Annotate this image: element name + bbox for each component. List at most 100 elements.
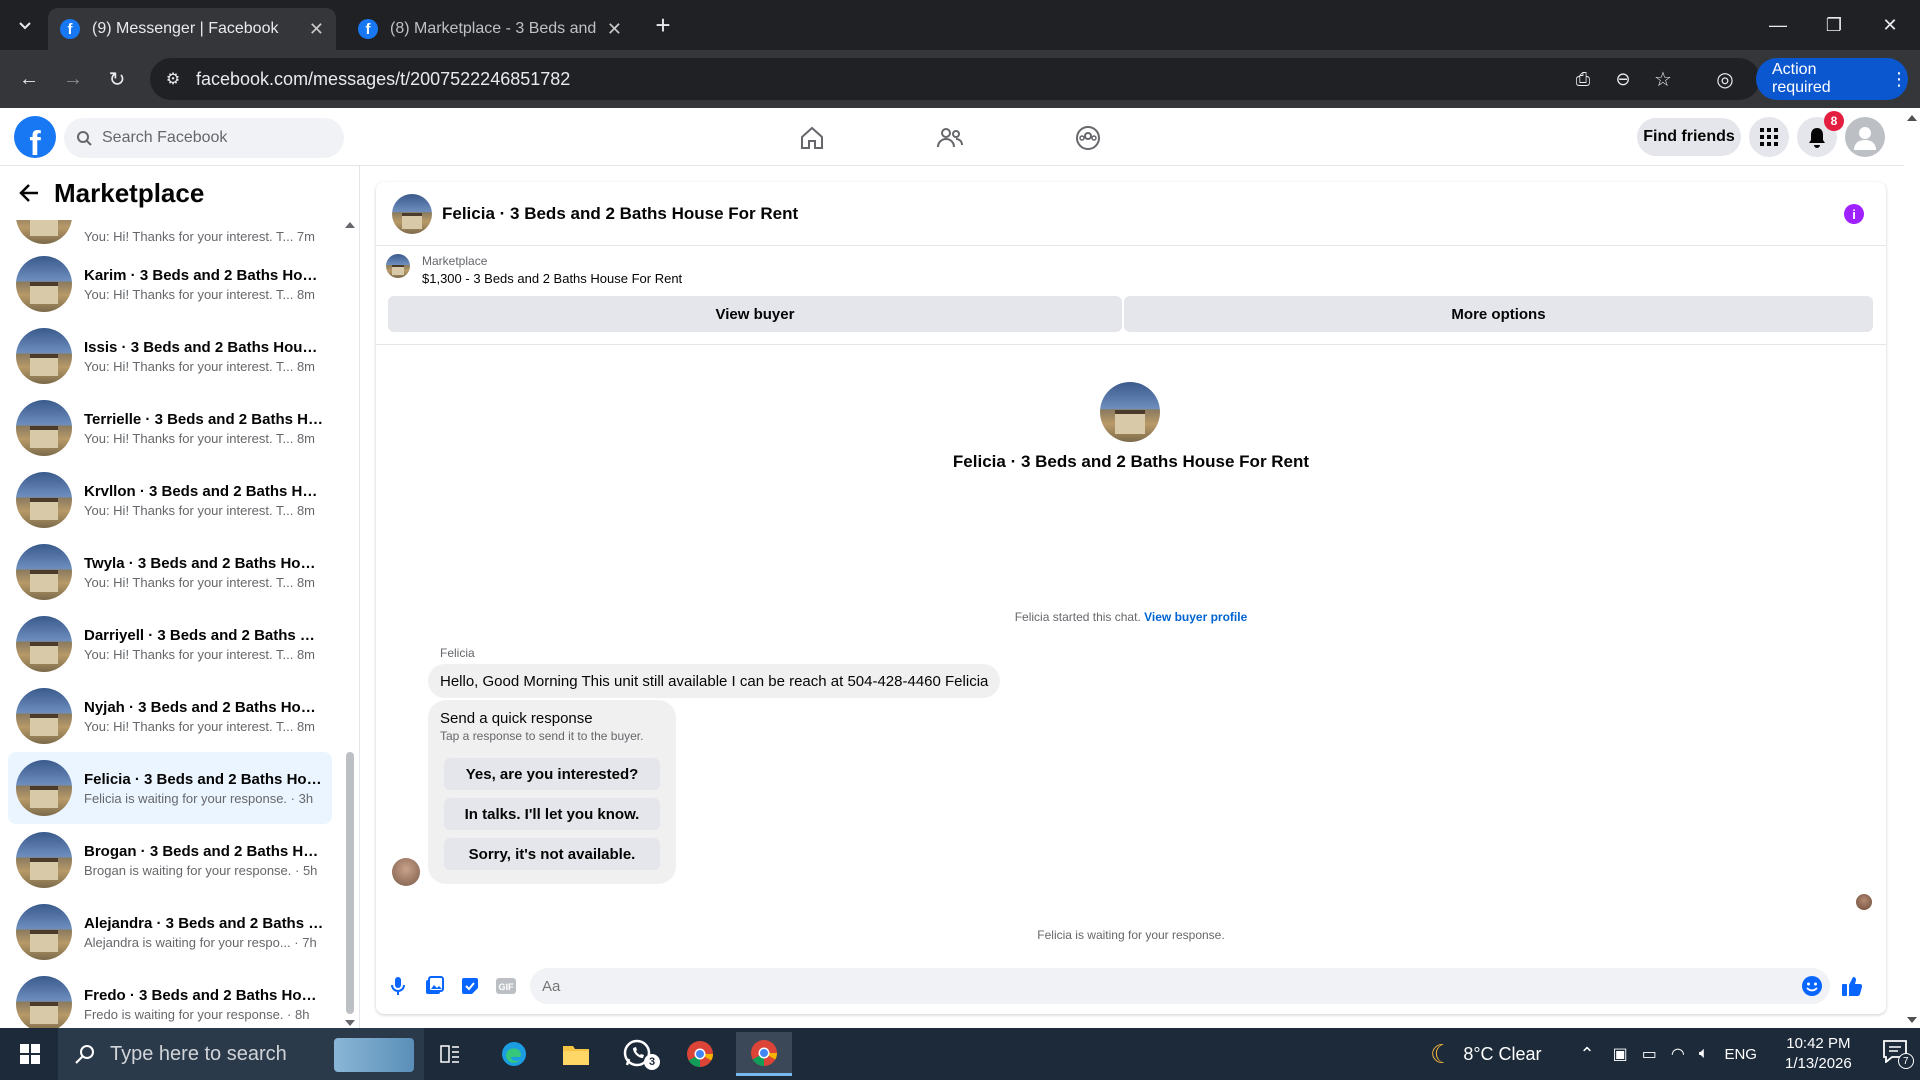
listing-avatar (16, 544, 72, 600)
thumbs-up-icon[interactable] (1840, 974, 1864, 998)
gif-icon[interactable]: GIF (494, 974, 518, 998)
quick-response-sorry-button[interactable]: Sorry, it's not available. (444, 838, 660, 870)
menu-grid-icon[interactable] (1749, 117, 1789, 157)
profile-icon[interactable]: ◎ (1710, 64, 1740, 94)
language-indicator[interactable]: ENG (1724, 1046, 1757, 1063)
conversation-item[interactable]: Fredo · 3 Beds and 2 Baths House For Ren… (8, 968, 332, 1028)
view-buyer-profile-link[interactable]: View buyer profile (1144, 610, 1247, 624)
conversation-item[interactable]: Krvllon · 3 Beds and 2 Baths House For R… (8, 464, 332, 536)
snippet-text: You: Hi! Thanks for your interest. T... (84, 646, 294, 662)
search-highlight-icon (334, 1038, 414, 1072)
sidebar-scroll-thumb[interactable] (346, 752, 354, 1014)
snippet-text: Fredo is waiting for your response. · (84, 1006, 292, 1022)
chat-avatar[interactable] (392, 193, 432, 234)
snippet-text: You: Hi! Thanks for your interest. T... (84, 430, 294, 446)
minimize-icon[interactable]: — (1750, 0, 1806, 50)
find-friends-button[interactable]: Find friends (1637, 118, 1741, 156)
message-input[interactable] (530, 968, 1830, 1004)
listing-summary[interactable]: Marketplace $1,300 - 3 Beds and 2 Baths … (386, 254, 682, 286)
message-bubble[interactable]: Hello, Good Morning This unit still avai… (428, 664, 1001, 698)
chrome-active-window-icon[interactable] (736, 1032, 792, 1076)
volume-icon[interactable]: 🔈︎ (1699, 1045, 1709, 1063)
back-icon[interactable]: ← (14, 64, 44, 94)
snippet-text: Brogan is waiting for your response. · (84, 862, 300, 878)
groups-icon[interactable] (1070, 120, 1106, 156)
account-avatar[interactable] (1845, 117, 1885, 157)
quick-response-yes-button[interactable]: Yes, are you interested? (444, 758, 660, 790)
taskbar-search-input[interactable]: Type here to search (58, 1028, 424, 1080)
conversation-snippet: You: Hi! Thanks for your interest. T... … (84, 719, 324, 734)
address-bar[interactable]: ⚙ facebook.com/messages/t/20075222468517… (150, 58, 1760, 100)
meet-icon[interactable]: ▣ (1613, 1044, 1628, 1064)
quick-response-in-talks-button[interactable]: In talks. I'll let you know. (444, 798, 660, 830)
conversation-item[interactable]: Issis · 3 Beds and 2 Baths House For Ren… (8, 320, 332, 392)
url-text[interactable]: facebook.com/messages/t/2007522246851782 (196, 69, 570, 90)
edge-browser-icon[interactable] (494, 1036, 534, 1072)
tab-marketplace[interactable]: f (8) Marketplace - 3 Beds and 2 Baths ✕ (346, 8, 634, 50)
moon-weather-icon[interactable]: ☾ (1430, 1039, 1453, 1070)
conversation-item[interactable]: Twyla · 3 Beds and 2 Baths House For Ren… (8, 536, 332, 608)
windows-start-icon[interactable] (10, 1036, 50, 1072)
windows-taskbar: Type here to search 3 ☾ 8°C Clear ⌃ ▣ ▭ … (0, 1028, 1920, 1080)
tab-search-icon[interactable] (10, 10, 40, 40)
microphone-icon[interactable] (386, 974, 410, 998)
forward-icon[interactable]: → (58, 64, 88, 94)
maximize-icon[interactable]: ❐ (1806, 0, 1862, 50)
action-required-button[interactable]: Action required ⋮ (1756, 58, 1908, 100)
friends-icon[interactable] (932, 120, 968, 156)
window-close-icon[interactable]: ✕ (1862, 0, 1918, 50)
more-vert-icon[interactable]: ⋮ (1890, 69, 1908, 90)
site-info-icon[interactable]: ⚙ (158, 64, 188, 94)
weather-text[interactable]: 8°C Clear (1463, 1044, 1541, 1065)
chrome-icon[interactable] (680, 1036, 720, 1072)
file-explorer-icon[interactable] (556, 1036, 596, 1072)
marketplace-title: Marketplace (54, 177, 205, 208)
tab-title: (8) Marketplace - 3 Beds and 2 Baths (390, 20, 599, 37)
facebook-header: f Search Facebook Find friends 8 (0, 108, 1920, 166)
close-icon[interactable]: ✕ (309, 19, 324, 40)
view-buyer-button[interactable]: View buyer (388, 296, 1122, 332)
conversation-item[interactable]: Darriyell · 3 Beds and 2 Baths House For… (8, 608, 332, 680)
taskbar-search-placeholder: Type here to search (110, 1042, 287, 1065)
reload-icon[interactable]: ↻ (102, 64, 132, 94)
chevron-up-icon[interactable]: ⌃ (1580, 1044, 1595, 1065)
conversation-item[interactable]: Karim · 3 Beds and 2 Baths House For Ren… (8, 248, 332, 320)
more-options-button[interactable]: More options (1124, 296, 1873, 332)
facebook-favicon-icon: f (60, 19, 80, 39)
bookmark-star-icon[interactable]: ☆ (1648, 64, 1678, 94)
tab-messenger[interactable]: f (9) Messenger | Facebook ✕ (48, 8, 336, 50)
search-facebook-input[interactable]: Search Facebook (64, 118, 344, 158)
profile-avatar[interactable] (1100, 382, 1160, 442)
info-icon[interactable]: i (1844, 204, 1864, 224)
clock[interactable]: 10:42 PM 1/13/2026 (1785, 1034, 1852, 1074)
conversation-item[interactable]: Nyjah · 3 Beds and 2 Baths House For Ren… (8, 680, 332, 752)
chat-title[interactable]: Felicia · 3 Beds and 2 Baths House For R… (442, 204, 798, 224)
browser-tab-strip: f (9) Messenger | Facebook ✕ f (8) Marke… (0, 0, 1920, 50)
buyer-avatar[interactable] (392, 858, 420, 886)
emoji-icon[interactable] (1800, 974, 1824, 998)
conversation-item[interactable]: Alejandra · 3 Beds and 2 Baths House For… (8, 896, 332, 968)
conversation-item[interactable]: Felicia · 3 Beds and 2 Baths House For R… (8, 752, 332, 824)
facebook-logo-icon[interactable]: f (14, 116, 56, 158)
conversation-item[interactable]: Terrielle · 3 Beds and 2 Baths House For… (8, 392, 332, 464)
conversation-item[interactable]: Brogan · 3 Beds and 2 Baths House For Re… (8, 824, 332, 896)
install-app-icon[interactable]: ⎙ (1568, 64, 1598, 94)
photo-icon[interactable] (422, 974, 446, 998)
sticker-icon[interactable] (458, 974, 482, 998)
conversation-snippet: You: Hi! Thanks for your interest. T... … (84, 228, 315, 244)
back-arrow-icon[interactable] (18, 182, 40, 204)
home-icon[interactable] (794, 120, 830, 156)
action-center-icon[interactable]: 7 (1882, 1039, 1914, 1069)
whatsapp-icon[interactable]: 3 (618, 1036, 660, 1072)
waiting-notice: Felicia is waiting for your response. (1037, 928, 1225, 942)
battery-icon[interactable]: ▭ (1642, 1044, 1657, 1064)
task-view-icon[interactable] (430, 1036, 470, 1072)
conversation-snippet: You: Hi! Thanks for your interest. T... … (84, 647, 324, 662)
new-tab-icon[interactable]: + (648, 10, 678, 40)
listing-avatar (16, 328, 72, 384)
wifi-icon[interactable]: ◠ (1671, 1044, 1685, 1064)
message-sender: Felicia (440, 646, 475, 660)
page-scrollbar[interactable] (1904, 108, 1920, 1028)
close-icon[interactable]: ✕ (607, 19, 622, 40)
zoom-icon[interactable]: ⊖ (1608, 64, 1638, 94)
